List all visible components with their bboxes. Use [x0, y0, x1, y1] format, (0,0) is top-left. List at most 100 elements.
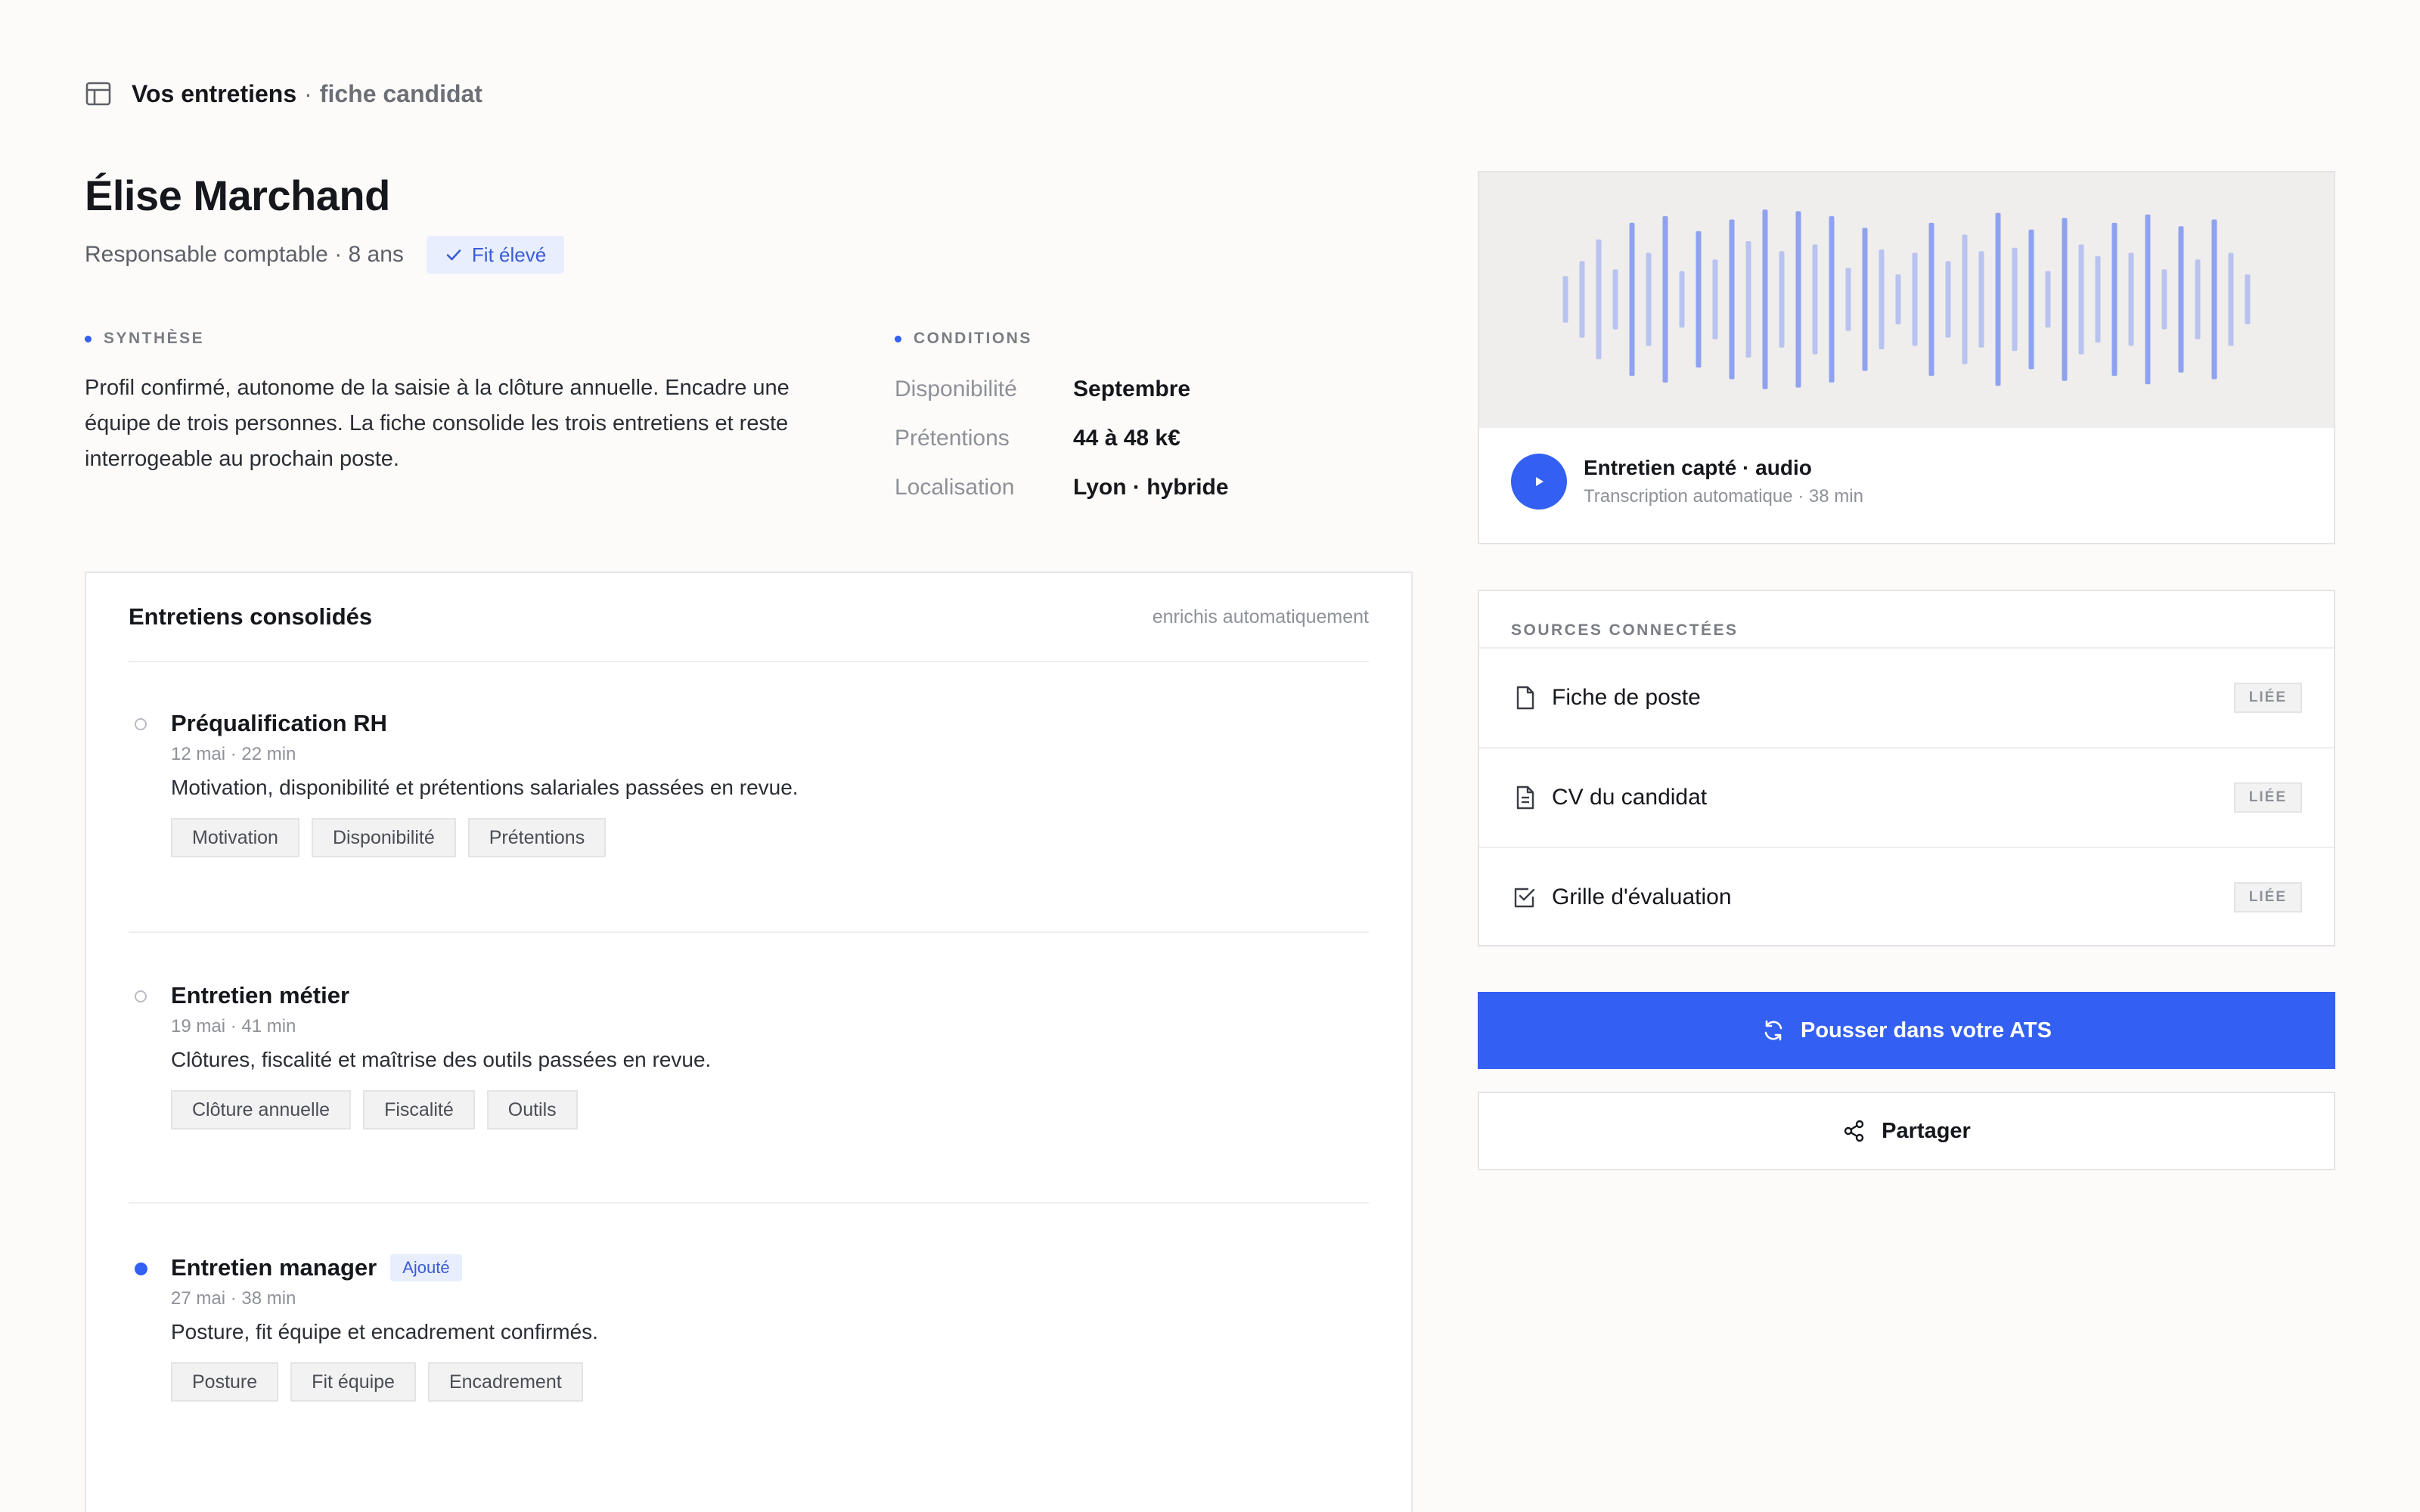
tag[interactable]: Fit équipe	[290, 1362, 416, 1402]
interview-date: 12 mai · 22 min	[171, 744, 296, 764]
waveform-bar	[2012, 247, 2018, 352]
waveform-bar	[1729, 219, 1735, 380]
waveform-bar	[1745, 241, 1751, 358]
interview-body: Préqualification RH 12 mai · 22 min Moti…	[171, 706, 1369, 857]
sources-card: SOURCES CONNECTÉES Fiche de poste LIÉE C…	[1478, 590, 2335, 947]
waveform-bar	[1612, 269, 1618, 330]
interview-name[interactable]: Entretien manager	[171, 1254, 377, 1281]
sources-label: SOURCES CONNECTÉES	[1511, 621, 1739, 639]
interview-description: Posture, fit équipe et encadrement confi…	[171, 1320, 598, 1343]
share-label: Partager	[1882, 1118, 1971, 1143]
tag[interactable]: Encadrement	[427, 1362, 583, 1402]
interview-name-row: Entretien métier	[171, 978, 1369, 1013]
interview-item-metier[interactable]: Entretien métier 19 mai · 41 min Clôture…	[129, 978, 1369, 1204]
condition-key: Prétentions	[895, 425, 1010, 451]
interviews-note: enrichis automatiquement	[1152, 606, 1369, 627]
waveform-bar	[1995, 212, 2001, 386]
summary-text: Profil confirmé, autonome de la saisie à…	[85, 376, 790, 471]
condition-value: 44 à 48 k€	[1073, 425, 1181, 451]
waveform-panel[interactable]	[1479, 172, 2334, 428]
waveform-bar	[2211, 219, 2217, 380]
condition-value: Lyon · hybride	[1073, 474, 1229, 500]
interview-name-row: Entretien manager Ajouté	[171, 1250, 1369, 1285]
waveform-bar	[1912, 253, 1918, 346]
waveform-bar	[1845, 268, 1851, 331]
tag[interactable]: Motivation	[171, 818, 299, 857]
tag[interactable]: Fiscalité	[363, 1090, 475, 1129]
waveform-bar	[1696, 231, 1702, 368]
file-icon	[1511, 684, 1538, 711]
interview-tags: Posture Fit équipe Encadrement	[171, 1362, 1369, 1402]
layout-icon[interactable]	[85, 80, 112, 107]
interview-name[interactable]: Entretien métier	[171, 982, 349, 1009]
waveform-bar	[1895, 274, 1901, 324]
interview-name[interactable]: Préqualification RH	[171, 710, 387, 737]
interview-description: Clôtures, fiscalité et maîtrise des outi…	[171, 1048, 712, 1071]
candidate-name: Élise Marchand	[85, 172, 390, 219]
audio-title: Entretien capté · audio	[1584, 456, 1812, 479]
file-text-icon	[1511, 784, 1538, 811]
waveform[interactable]	[1479, 172, 2334, 428]
linked-badge: LIÉE	[2233, 882, 2302, 912]
waveform-bar	[2028, 229, 2034, 370]
waveform-bar	[2228, 253, 2234, 346]
source-row-cv[interactable]: CV du candidat LIÉE	[1479, 747, 2334, 847]
condition-value: Septembre	[1073, 376, 1191, 401]
interview-description: Motivation, disponibilité et prétentions…	[171, 776, 799, 799]
summary-label-text: SYNTHÈSE	[104, 330, 205, 347]
breadcrumb-separator: ·	[304, 79, 312, 107]
waveform-bar	[1779, 251, 1785, 348]
source-row-evaluation-grid[interactable]: Grille d'évaluation LIÉE	[1479, 847, 2334, 947]
waveform-bar	[2178, 226, 2184, 373]
source-name: CV du candidat	[1552, 785, 1708, 810]
waveform-bar	[1962, 234, 1968, 364]
source-row-job-description[interactable]: Fiche de poste LIÉE	[1479, 647, 2334, 747]
conditions-label-text: CONDITIONS	[914, 330, 1032, 347]
waveform-bar	[1795, 211, 1801, 388]
conditions-list: Disponibilité Septembre Prétentions 44 à…	[895, 364, 1348, 512]
condition-row-salary: Prétentions 44 à 48 k€	[895, 414, 1348, 463]
push-to-ats-button[interactable]: Pousser dans votre ATS	[1478, 992, 2335, 1069]
waveform-bar	[1629, 222, 1635, 376]
waveform-bar	[2245, 274, 2251, 324]
interviews-title: Entretiens consolidés	[129, 603, 373, 630]
waveform-bar	[1762, 209, 1768, 389]
audio-text: Entretien capté · audio Transcription au…	[1584, 456, 1863, 507]
play-icon	[1536, 477, 1544, 486]
waveform-bar	[1879, 249, 1885, 349]
tag[interactable]: Prétentions	[467, 818, 607, 857]
waveform-bar	[2062, 218, 2068, 381]
candidate-meta: Responsable comptable · 8 ans Fit élevé	[85, 236, 565, 274]
checkbox-icon	[1511, 884, 1538, 911]
tag[interactable]: Disponibilité	[311, 818, 456, 857]
share-icon	[1842, 1119, 1866, 1143]
tag[interactable]: Posture	[171, 1362, 279, 1402]
audio-subtitle: Transcription automatique · 38 min	[1584, 486, 1863, 507]
source-name: Fiche de poste	[1552, 685, 1701, 710]
refresh-icon	[1761, 1018, 1786, 1043]
interview-item-manager[interactable]: Entretien manager Ajouté 27 mai · 38 min…	[129, 1250, 1369, 1447]
waveform-bar	[2078, 244, 2084, 355]
condition-key: Localisation	[895, 474, 1015, 500]
source-name: Grille d'évaluation	[1552, 885, 1732, 909]
interview-item-prequalification[interactable]: Préqualification RH 12 mai · 22 min Moti…	[129, 706, 1369, 933]
waveform-bar	[1679, 271, 1685, 328]
waveform-bar	[2161, 269, 2167, 330]
dot-icon	[895, 335, 901, 342]
play-button[interactable]	[1511, 454, 1567, 510]
waveform-bar	[2045, 271, 2051, 328]
candidate-sheet-page: Vos entretiens · fiche candidat Élise Ma…	[0, 0, 2420, 1512]
interview-name-row: Préqualification RH	[171, 706, 1369, 741]
tag[interactable]: Clôture annuelle	[171, 1090, 352, 1129]
push-to-ats-label: Pousser dans votre ATS	[1801, 1018, 2052, 1043]
timeline-dot-icon	[135, 990, 147, 1002]
tag[interactable]: Outils	[486, 1090, 578, 1129]
share-button[interactable]: Partager	[1478, 1092, 2335, 1170]
summary-section: SYNTHÈSE Profil confirmé, autonome de la…	[85, 330, 826, 477]
timeline-dot-active-icon	[135, 1263, 147, 1275]
breadcrumb-title[interactable]: Vos entretiens	[132, 80, 296, 108]
waveform-bar	[2145, 214, 2151, 385]
linked-badge: LIÉE	[2233, 683, 2302, 713]
breadcrumb-subtitle: fiche candidat	[319, 79, 482, 107]
waveform-bar	[1596, 239, 1602, 360]
